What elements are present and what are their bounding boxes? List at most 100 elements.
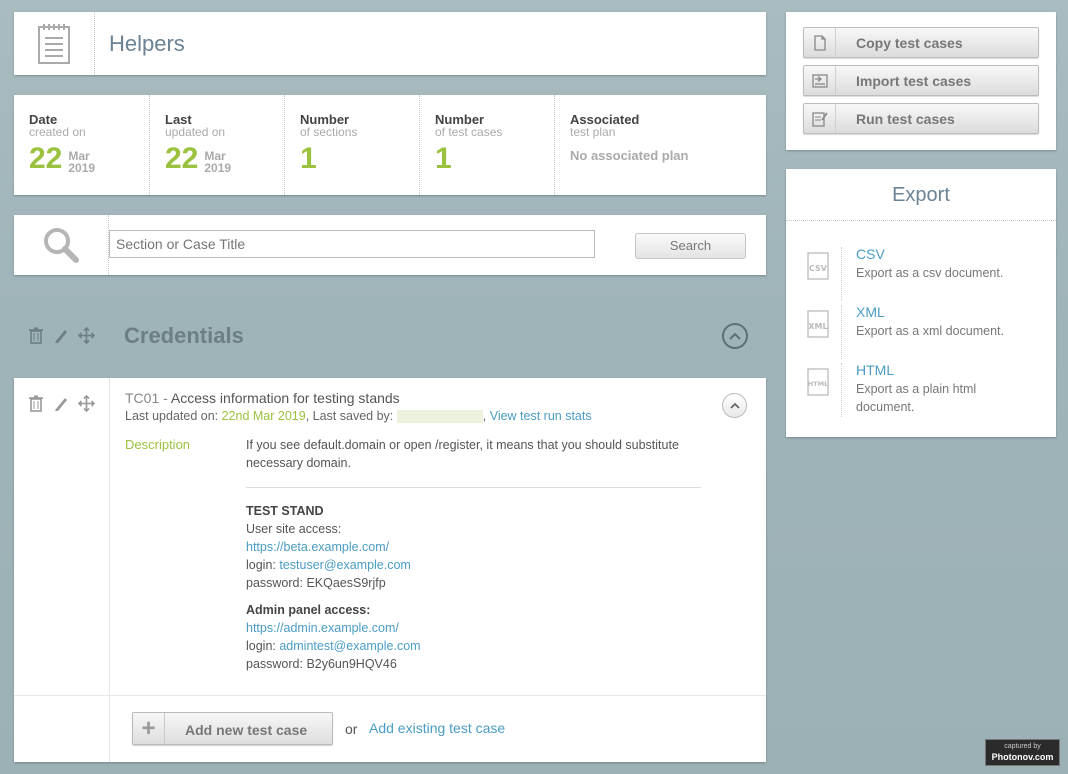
divider [841,363,842,417]
case-tools [28,395,95,412]
export-html-link[interactable]: HTML [856,362,894,378]
or-text: or [345,721,358,737]
stats-panel: Date created on 22 Mar 2019 Last updated o… [14,95,766,195]
badge-brand-text: Photonov.com [991,752,1054,762]
import-test-cases-button[interactable]: Import test cases [803,65,1039,96]
import-icon [804,66,836,95]
run-test-cases-label: Run test cases [856,111,955,127]
divider [841,305,842,359]
svg-text:HTML: HTML [808,380,828,388]
html-file-icon: HTML [807,368,829,396]
description-text: If you see default.domain or open /regis… [246,438,679,470]
stat-last-updated: Last updated on 22 Mar 2019 [149,95,284,195]
user-access-label: User site access: [246,522,342,536]
case-title: Access information for testing stands [170,390,400,406]
stat-value: 1 [435,142,452,175]
chevron-up-icon [729,402,740,409]
capture-watermark-badge: captured by Photonov.com [985,739,1060,766]
section-title: Credentials [124,323,244,348]
stat-year: 2019 [204,161,232,175]
add-new-test-case-button[interactable]: + Add new test case [132,712,333,745]
pencil-icon[interactable] [53,395,69,412]
stat-sublabel: of test cases [435,125,503,139]
svg-text:XML: XML [808,322,827,331]
export-csv-description: Export as a csv document. [856,266,1004,280]
trash-icon[interactable] [28,327,44,344]
actions-panel: Copy test cases Import test cases Run te… [786,12,1056,150]
notepad-icon [14,12,95,75]
add-existing-test-case-link[interactable]: Add existing test case [369,720,505,736]
updated-date: 22nd Mar 2019 [221,409,306,423]
stat-year: 2019 [68,161,96,175]
export-xml-description: Export as a xml document. [856,324,1004,338]
saved-prefix: , Last saved by: [305,409,397,423]
stat-test-cases: Number of test cases 1 [419,95,554,195]
helpers-header: Helpers [14,12,766,75]
svg-text:CSV: CSV [809,264,828,273]
user-site-url-link[interactable]: https://beta.example.com/ [246,540,389,554]
chevron-up-icon [729,332,741,340]
csv-file-icon: CSV [807,252,829,280]
section-tools [28,327,95,344]
description-label: Description [125,437,191,452]
import-test-cases-label: Import test cases [856,73,972,89]
admin-url-link[interactable]: https://admin.example.com/ [246,621,399,635]
user-login-link[interactable]: testuser@example.com [279,558,411,572]
copy-icon [804,28,836,57]
stat-date-created: Date created on 22 Mar 2019 [14,95,149,195]
case-heading: TC01 - Access information for testing st… [125,390,400,406]
login-label: login: [246,558,280,572]
copy-test-cases-label: Copy test cases [856,35,963,51]
run-checklist-icon [804,104,836,133]
admin-login-link[interactable]: admintest@example.com [279,639,420,653]
export-xml-link[interactable]: XML [856,304,885,320]
run-test-cases-button[interactable]: Run test cases [803,103,1039,134]
saved-by-redacted [396,410,483,424]
export-title: Export [786,169,1056,221]
case-meta: Last updated on: 22nd Mar 2019, Last sav… [125,409,592,424]
stat-plan-value: No associated plan [570,148,689,163]
test-case-panel: TC01 - Access information for testing st… [14,378,766,762]
xml-file-icon: XML [807,310,829,338]
stat-day: 22 [29,142,63,175]
search-input[interactable] [109,230,595,258]
stat-sublabel: of sections [300,125,358,139]
copy-test-cases-button[interactable]: Copy test cases [803,27,1039,58]
move-icon[interactable] [78,395,95,412]
updated-prefix: Last updated on: [125,409,222,423]
case-collapse-button[interactable] [722,393,747,418]
move-icon[interactable] [78,327,95,344]
stat-sublabel: test plan [570,125,616,139]
plus-icon: + [133,713,165,744]
stat-value: 1 [300,142,317,175]
trash-icon[interactable] [28,395,44,412]
admin-access-label: Admin panel access: [246,603,371,617]
view-run-stats-link[interactable]: View test run stats [490,409,592,423]
login-label: login: [246,639,280,653]
page-title: Helpers [109,31,185,56]
section-collapse-button[interactable] [722,323,748,349]
user-password: password: EKQaesS9rjfp [246,576,386,590]
stat-sublabel: updated on [165,125,226,139]
case-id: TC01 [125,390,160,406]
export-csv-link[interactable]: CSV [856,246,885,262]
divider [246,487,701,488]
admin-password: password: B2y6un9HQV46 [246,657,397,671]
stat-associated-plan: Associated test plan No associated plan [554,95,766,195]
stand-title: TEST STAND [246,504,324,518]
search-panel: Search [14,215,766,275]
description-body: If you see default.domain or open /regis… [246,436,706,673]
stat-sublabel: created on [29,125,86,139]
export-panel: Export CSV CSV Export as a csv document.… [786,169,1056,437]
divider [841,247,842,301]
stat-day: 22 [165,142,199,175]
meta-comma: , [482,409,487,423]
search-button[interactable]: Search [635,233,746,259]
case-title-separator: - [159,390,171,406]
export-html-description: Export as a plain html document. [856,382,977,414]
magnifier-icon [14,215,109,275]
badge-small-text: captured by [1004,743,1041,750]
add-new-test-case-label: Add new test case [185,722,308,738]
stat-sections: Number of sections 1 [284,95,419,195]
pencil-icon[interactable] [53,327,69,344]
